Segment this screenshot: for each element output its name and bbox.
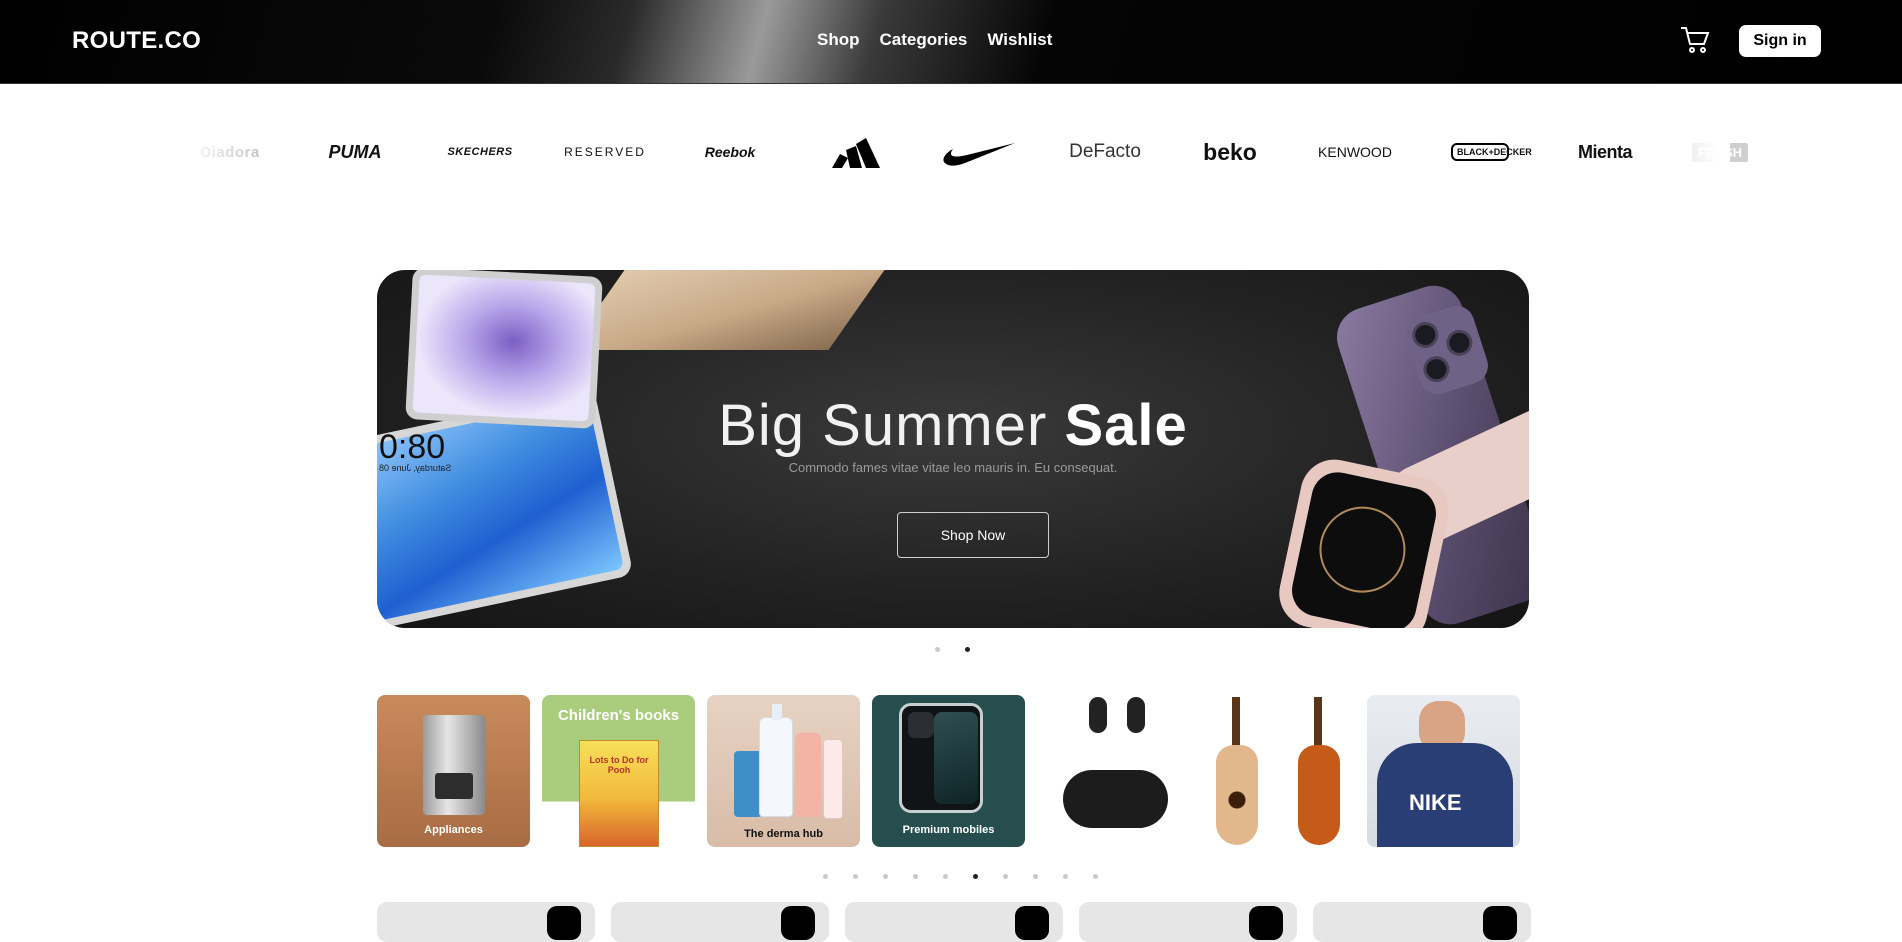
brands-fade-left	[170, 120, 260, 184]
nav-shop[interactable]: Shop	[817, 30, 860, 50]
hero-title-light: Big Summer	[718, 393, 1048, 458]
cleanser-bottle-image	[759, 704, 793, 817]
brand-beko[interactable]: beko	[1180, 128, 1280, 176]
nav-wishlist[interactable]: Wishlist	[987, 30, 1052, 50]
category-tile-derma-hub[interactable]: The derma hub	[707, 695, 860, 847]
category-dot-3[interactable]	[883, 874, 888, 879]
category-dot-8[interactable]	[1033, 874, 1038, 879]
category-slider: Appliances Children's books Lots to Do f…	[377, 695, 1520, 847]
category-carousel-dots	[823, 874, 1098, 879]
black-decker-label: BLACK+DECKER	[1451, 143, 1532, 161]
hero-dot-2[interactable]	[965, 647, 970, 652]
category-dot-1[interactable]	[823, 874, 828, 879]
wishlist-icon[interactable]	[1483, 906, 1517, 940]
guitar-neck-left	[1232, 697, 1240, 747]
book-title: Lots to Do for Pooh	[589, 755, 649, 775]
category-dot-6[interactable]	[973, 874, 978, 879]
category-dot-7[interactable]	[1003, 874, 1008, 879]
sign-in-button[interactable]: Sign in	[1739, 25, 1821, 57]
guitar-neck-right	[1314, 697, 1322, 747]
adidas-logo-icon	[832, 138, 880, 168]
hero-dot-1[interactable]	[935, 647, 940, 652]
brand-black-decker[interactable]: BLACK+DECKER	[1430, 128, 1532, 176]
category-label: Appliances	[424, 824, 483, 836]
phone-image	[899, 703, 983, 813]
brand-logos-strip: Diadora PUMA SKECHERS RESERVED Reebok De…	[180, 128, 1749, 176]
brand-nike[interactable]	[930, 128, 1030, 176]
coffee-machine-image	[423, 715, 485, 815]
hero-title: Big Summer Sale	[377, 392, 1529, 459]
earbud-right-image	[1127, 697, 1145, 733]
product-card[interactable]	[845, 902, 1063, 942]
category-tile-premium-mobiles[interactable]: Premium mobiles	[872, 695, 1025, 847]
nav-categories[interactable]: Categories	[880, 30, 968, 50]
brand-defacto[interactable]: DeFacto	[1055, 128, 1155, 176]
brand-reserved[interactable]: RESERVED	[555, 128, 655, 176]
hero-carousel-dots	[935, 647, 970, 652]
nike-swoosh-icon	[943, 143, 1015, 166]
category-tile-appliances[interactable]: Appliances	[377, 695, 530, 847]
brand-kenwood[interactable]: KENWOOD	[1305, 128, 1405, 176]
wishlist-icon[interactable]	[547, 906, 581, 940]
earbuds-case-image	[1063, 770, 1168, 828]
main-nav: Shop Categories Wishlist	[817, 30, 1052, 50]
cream-tube-image	[823, 739, 843, 819]
brand-skechers[interactable]: SKECHERS	[430, 128, 530, 176]
hero-title-bold: Sale	[1064, 393, 1188, 458]
top-navbar: ROUTE.CO Shop Categories Wishlist Sign i…	[0, 0, 1902, 84]
category-dot-10[interactable]	[1093, 874, 1098, 879]
product-card[interactable]	[1313, 902, 1531, 942]
category-label: The derma hub	[744, 828, 823, 840]
brand-reebok[interactable]: Reebok	[680, 128, 780, 176]
product-card[interactable]	[1079, 902, 1297, 942]
product-card[interactable]	[377, 902, 595, 942]
product-card[interactable]	[611, 902, 829, 942]
smartwatch-image	[1272, 453, 1456, 628]
cart-icon[interactable]	[1680, 26, 1710, 54]
brand-puma[interactable]: PUMA	[305, 128, 405, 176]
category-tile-childrens-books[interactable]: Children's books Lots to Do for Pooh	[542, 695, 695, 847]
category-dot-4[interactable]	[913, 874, 918, 879]
category-dot-9[interactable]	[1063, 874, 1068, 879]
brands-fade-right	[1640, 120, 1730, 184]
serum-bottle-image	[734, 751, 762, 817]
category-tile-menswear[interactable]: NIKE	[1367, 695, 1520, 847]
guitar-back-image	[1298, 745, 1340, 845]
category-tile-earbuds[interactable]	[1037, 695, 1190, 847]
category-tile-guitars[interactable]	[1202, 695, 1355, 847]
wishlist-icon[interactable]	[781, 906, 815, 940]
hero-subtitle: Commodo fames vitae vitae leo mauris in.…	[788, 460, 1118, 475]
acoustic-guitar-image	[1216, 745, 1258, 845]
brand-logo[interactable]: ROUTE.CO	[72, 27, 201, 55]
nike-hoodie-logo: NIKE	[1409, 790, 1462, 815]
category-dot-5[interactable]	[943, 874, 948, 879]
product-cards-row	[377, 902, 1531, 942]
category-dot-2[interactable]	[853, 874, 858, 879]
laptop-image	[568, 270, 906, 350]
hero-banner: 0:80 Saturday, June 08 Big Summer Sale C…	[377, 270, 1529, 628]
wishlist-icon[interactable]	[1015, 906, 1049, 940]
earbud-left-image	[1089, 697, 1107, 733]
category-label: Children's books	[557, 707, 680, 724]
shop-now-button[interactable]: Shop Now	[897, 512, 1049, 558]
brand-adidas[interactable]	[805, 128, 905, 176]
lotion-bottle-image	[795, 733, 821, 817]
category-label: Premium mobiles	[902, 824, 995, 836]
wishlist-icon[interactable]	[1249, 906, 1283, 940]
book-cover-image: Lots to Do for Pooh	[579, 740, 659, 847]
